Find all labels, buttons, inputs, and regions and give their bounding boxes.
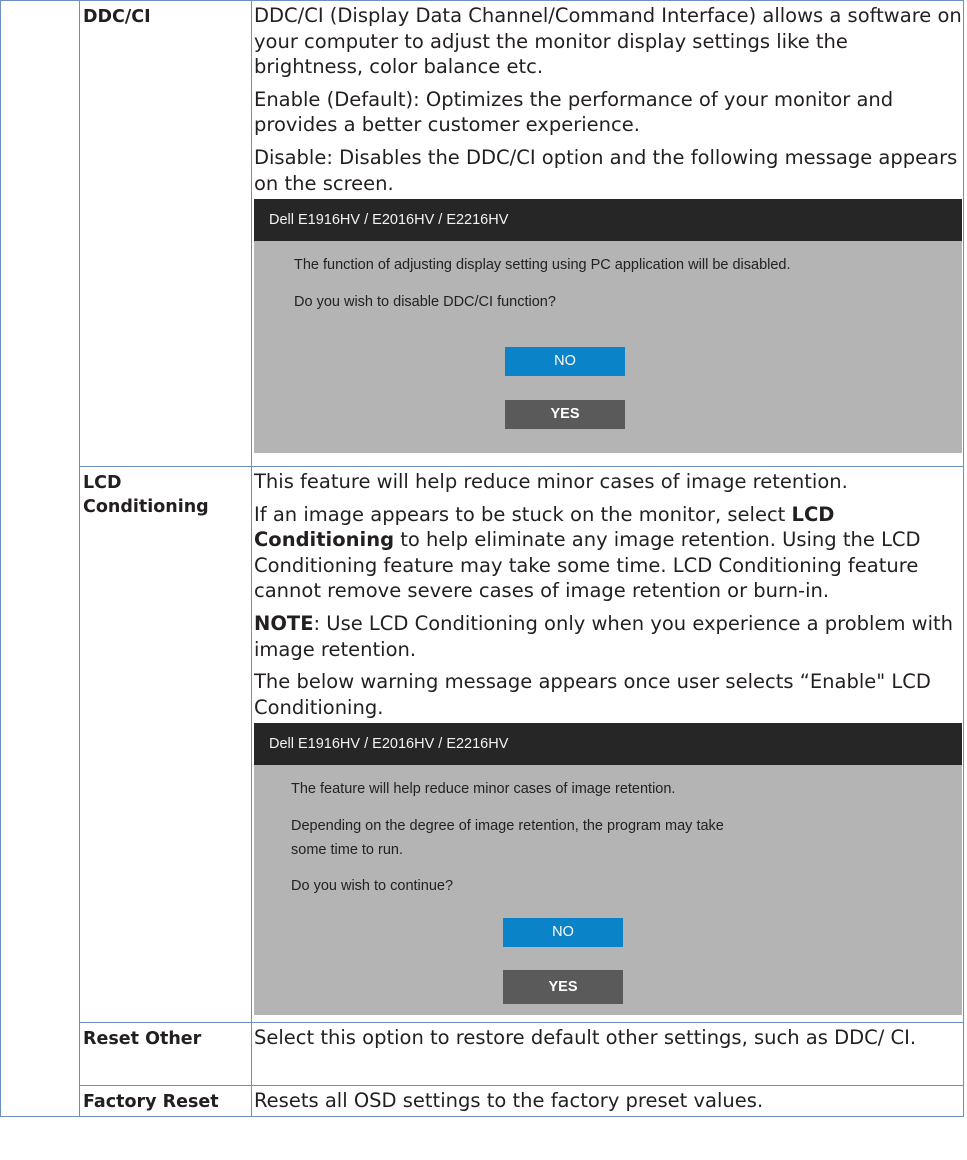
dialog-message-2a: Depending on the degree of image retenti… [291, 818, 724, 835]
ddc-ci-paragraph-2: Enable (Default): Optimizes the performa… [254, 87, 894, 137]
manual-page: DDC/CI DDC/CI (Display Data Channel/Comm… [0, 0, 967, 1160]
ddc-ci-disable-dialog: Dell E1916HV / E2016HV / E2216HV The fun… [254, 199, 962, 454]
osd-settings-table: DDC/CI DDC/CI (Display Data Channel/Comm… [0, 0, 964, 1117]
row-description-lcd-conditioning: This feature will help reduce minor case… [251, 466, 964, 1023]
row-description-ddc-ci: DDC/CI (Display Data Channel/Command Int… [251, 0, 964, 467]
note-label: NOTE [254, 611, 314, 635]
lcd-paragraph-4: The below warning message appears once u… [254, 670, 931, 719]
dialog-message: The function of adjusting display settin… [294, 257, 791, 274]
row-description-factory-reset: Resets all OSD settings to the factory p… [251, 1085, 964, 1117]
yes-button[interactable]: YES [503, 970, 623, 1005]
lcd-conditioning-warning-dialog: Dell E1916HV / E2016HV / E2216HV The fea… [254, 723, 962, 1016]
dialog-message-2b: some time to run. [291, 842, 404, 859]
row-label-ddc-ci: DDC/CI [79, 0, 252, 467]
row-label-reset-other: Reset Other [79, 1022, 252, 1086]
row-description-reset-other: Select this option to restore default ot… [251, 1022, 964, 1086]
row-label-lcd-conditioning: LCD Conditioning [79, 466, 252, 1023]
dialog-title: Dell E1916HV / E2016HV / E2216HV [254, 723, 962, 766]
dialog-question: Do you wish to continue? [291, 878, 454, 895]
lcd-paragraph-2: If an image appears to be stuck on the m… [254, 502, 963, 604]
no-button[interactable]: NO [503, 918, 623, 948]
no-button[interactable]: NO [505, 347, 625, 377]
table-row-factory-reset: Factory Reset Resets all OSD settings to… [1, 1085, 964, 1117]
dialog-title: Dell E1916HV / E2016HV / E2216HV [254, 199, 962, 242]
note-text: : Use LCD Conditioning only when you exp… [254, 611, 954, 661]
lcd-paragraph-1: This feature will help reduce minor case… [254, 470, 848, 493]
lcd-paragraph-2-text: If an image appears to be stuck on the m… [254, 502, 792, 526]
dialog-message-1: The feature will help reduce minor cases… [291, 781, 676, 798]
row-label-factory-reset: Factory Reset [79, 1085, 252, 1117]
ddc-ci-paragraph-1: DDC/CI (Display Data Channel/Command Int… [254, 4, 962, 79]
table-row-ddc-ci: DDC/CI DDC/CI (Display Data Channel/Comm… [0, 0, 964, 1117]
dialog-question: Do you wish to disable DDC/CI function? [294, 294, 556, 311]
note-paragraph: NOTE: Use LCD Conditioning only when you… [254, 611, 963, 662]
yes-button[interactable]: YES [505, 400, 625, 430]
indent-cell [0, 0, 80, 1117]
dialog-body: The feature will help reduce minor cases… [254, 765, 962, 895]
ddc-ci-paragraph-3: Disable: Disables the DDC/CI option and … [254, 145, 958, 195]
table-row-reset-other: Reset Other Select this option to restor… [1, 1022, 964, 1086]
table-row-lcd-conditioning: LCD Conditioning This feature will help … [1, 466, 964, 1023]
dialog-body: The function of adjusting display settin… [254, 241, 962, 311]
